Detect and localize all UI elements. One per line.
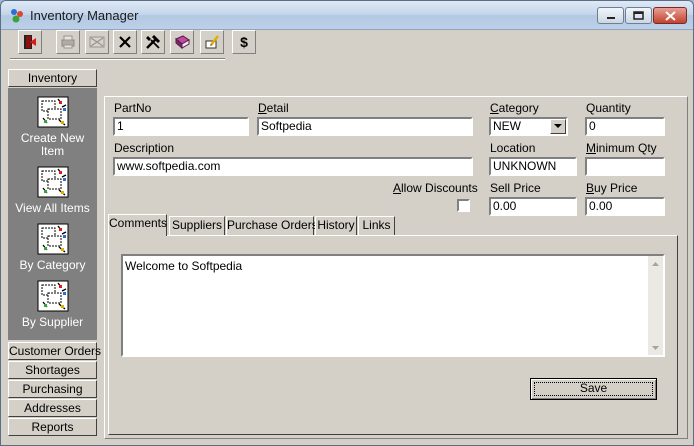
category-value: NEW <box>493 119 521 133</box>
book-icon <box>175 35 190 50</box>
tools-icon <box>146 34 161 49</box>
location-label: Location <box>490 141 536 155</box>
sidebar-section-reports[interactable]: Reports <box>8 418 97 436</box>
sidebar-item-by-supplier[interactable]: By Supplier <box>8 280 97 329</box>
tab-comments[interactable]: Comments <box>108 214 167 236</box>
pricing-button[interactable]: $ <box>232 30 256 54</box>
quantity-label: Quantity <box>586 101 631 115</box>
description-label: Description <box>114 141 175 155</box>
sidebar-item-view-all-items[interactable]: View All Items <box>8 166 97 215</box>
print-preview-button[interactable] <box>85 30 109 54</box>
inventory-item-icon <box>37 280 68 312</box>
toolbar-divider <box>10 58 225 60</box>
delete-icon <box>119 36 131 48</box>
chevron-up-icon <box>652 261 659 266</box>
location-field[interactable]: UNKNOWN <box>489 157 577 176</box>
chevron-down-icon <box>554 124 562 128</box>
sidebar-item-create-new-item[interactable]: Create New Item <box>8 96 97 158</box>
close-button[interactable] <box>653 7 687 24</box>
category-dropdown-button[interactable] <box>550 119 566 134</box>
sidebar-item-label: By Supplier <box>21 315 84 329</box>
sidebar-header-inventory[interactable]: Inventory <box>8 69 97 87</box>
note-icon <box>205 35 219 49</box>
sell-price-label: Sell Price <box>490 181 541 195</box>
tab-purchase-orders[interactable]: Purchase Orders <box>226 216 318 235</box>
delete-button[interactable] <box>113 30 137 54</box>
allow-discounts-checkbox[interactable] <box>457 199 470 212</box>
detail-label: Detail <box>258 101 289 115</box>
sidebar-section-customer-orders[interactable]: Customer Orders <box>8 342 101 360</box>
inventory-item-icon <box>37 223 68 255</box>
sidebar-item-by-category[interactable]: By Category <box>8 223 97 272</box>
description-field[interactable]: www.softpedia.com <box>113 157 473 176</box>
tab-links[interactable]: Links <box>358 216 395 235</box>
window-title: Inventory Manager <box>30 8 139 23</box>
title-bar[interactable]: Inventory Manager <box>1 1 693 30</box>
tools-button[interactable] <box>141 30 165 54</box>
maximize-icon <box>633 11 644 20</box>
buy-price-label: Buy Price <box>586 181 638 195</box>
category-label: Category <box>490 101 539 115</box>
app-icon <box>11 9 23 23</box>
minimize-icon <box>606 16 615 19</box>
sidebar-item-label: Create New Item <box>20 131 85 158</box>
print-icon <box>61 35 75 49</box>
minimize-button[interactable] <box>597 7 624 24</box>
sell-price-field[interactable]: 0.00 <box>489 197 577 216</box>
buy-price-field[interactable]: 0.00 <box>585 197 665 216</box>
close-icon <box>664 10 676 21</box>
detail-field[interactable]: Softpedia <box>257 117 473 136</box>
tab-suppliers[interactable]: Suppliers <box>169 216 225 235</box>
inventory-item-icon <box>37 96 68 128</box>
print-button[interactable] <box>56 30 80 54</box>
comments-scrollbar[interactable] <box>648 256 663 355</box>
sidebar-section-purchasing[interactable]: Purchasing <box>8 380 97 398</box>
scroll-down-button[interactable] <box>648 340 663 355</box>
book-button[interactable] <box>170 30 194 54</box>
note-button[interactable] <box>200 30 224 54</box>
maximize-button[interactable] <box>625 7 652 24</box>
category-select[interactable]: NEW <box>489 117 568 136</box>
save-button[interactable]: Save <box>530 378 657 400</box>
print-preview-icon <box>89 36 105 48</box>
chevron-down-icon <box>652 345 659 350</box>
scroll-up-button[interactable] <box>648 256 663 271</box>
minimum-qty-field[interactable] <box>585 157 665 176</box>
partno-field[interactable]: 1 <box>113 117 249 136</box>
sidebar-section-shortages[interactable]: Shortages <box>8 361 97 379</box>
exit-button[interactable] <box>18 30 42 54</box>
comments-text: Welcome to Softpedia <box>125 259 243 273</box>
app-window: Inventory Manager $ Inventory Create New… <box>0 0 694 446</box>
sidebar-item-label: By Category <box>19 258 86 272</box>
sidebar-item-label: View All Items <box>15 201 90 215</box>
exit-icon <box>24 35 36 49</box>
dollar-icon: $ <box>240 34 248 50</box>
inventory-panel: Create New Item View All Items By Catego… <box>8 88 97 340</box>
quantity-field[interactable]: 0 <box>585 117 665 136</box>
sidebar-section-addresses[interactable]: Addresses <box>8 399 97 417</box>
comments-textarea[interactable]: Welcome to Softpedia <box>121 254 665 357</box>
partno-label: PartNo <box>114 101 152 115</box>
tab-history[interactable]: History <box>315 216 357 235</box>
allow-discounts-label: Allow Discounts <box>393 181 478 195</box>
inventory-item-icon <box>37 166 68 198</box>
minimum-qty-label: Minimum Qty <box>586 141 657 155</box>
